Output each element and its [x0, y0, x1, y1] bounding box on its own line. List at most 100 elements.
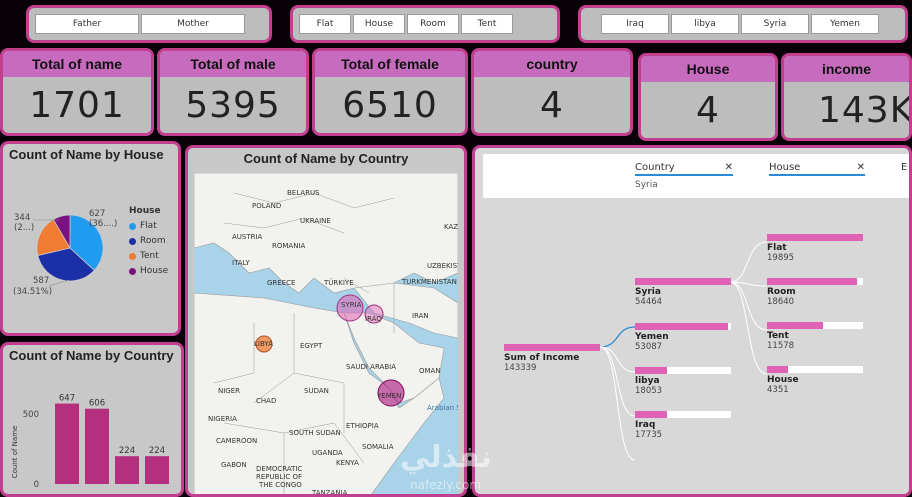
legend-dot-icon: [129, 267, 136, 275]
pie-label-room-pct: (34.51%): [13, 287, 52, 297]
slicer-iraq-button[interactable]: Iraq: [601, 14, 669, 34]
legend-item-house[interactable]: House: [129, 266, 168, 276]
slicer-flat-button[interactable]: Flat: [299, 14, 351, 34]
map-label: NIGER: [218, 387, 240, 395]
slicer-father-button[interactable]: Father: [35, 14, 139, 34]
bar-chart-panel: Count of Name by Country Count of Name 5…: [0, 342, 184, 497]
card-house: House 4: [638, 53, 778, 141]
pie-label-tent-pct: (2...): [14, 223, 34, 233]
card-total-female: Total of female 6510: [312, 48, 468, 136]
decomp-house-node[interactable]: Tent 11578: [767, 322, 863, 351]
decomp-country-node[interactable]: Iraq 17735: [635, 411, 731, 440]
map-label: EGYPT: [300, 342, 323, 350]
card-title: income: [784, 56, 909, 82]
card-value: 4: [696, 90, 720, 131]
map-label: TÜRKIYE: [323, 278, 354, 287]
slicer-syria-button[interactable]: Syria: [741, 14, 809, 34]
bar[interactable]: [85, 408, 109, 484]
map-label: SOUTH SUDAN: [289, 429, 341, 437]
pie-label-tent: 344: [14, 213, 30, 223]
map-label: UZBEKISTA: [427, 262, 458, 270]
card-total-name: Total of name 1701: [0, 48, 154, 136]
slicer-house-button[interactable]: House: [353, 14, 405, 34]
legend-item-room[interactable]: Room: [129, 236, 168, 246]
map-title: Count of Name by Country: [243, 151, 409, 166]
decomp-country-node[interactable]: libya 18053: [635, 367, 731, 396]
legend-item-tent[interactable]: Tent: [129, 251, 168, 261]
dashboard: Father Mother Flat House Room Tent Iraq …: [0, 0, 912, 497]
card-value: 1701: [29, 85, 125, 126]
map-label: UKRAINE: [300, 217, 331, 225]
legend-item-flat[interactable]: Flat: [129, 221, 168, 231]
map-label: POLAND: [252, 202, 281, 210]
card-country: country 4: [471, 48, 633, 136]
country-slicer: Iraq libya Syria Yemen: [578, 5, 908, 43]
map-label: ROMANIA: [272, 242, 306, 250]
legend-dot-icon: [129, 237, 136, 245]
slicer-room-button[interactable]: Room: [407, 14, 459, 34]
map-label: REPUBLIC OF: [256, 473, 302, 481]
map-label: DEMOCRATIC: [256, 465, 302, 473]
bar-y-axis-label: Count of Name: [11, 426, 19, 479]
decomp-country-node[interactable]: Syria 54464: [635, 278, 731, 307]
pie-legend: House Flat Room Tent House: [129, 206, 168, 281]
map-label: CHAD: [256, 397, 276, 405]
map-label: NIGERIA: [208, 415, 237, 423]
bar-chart: Count of Name 500 0 647 606 224 224: [11, 394, 169, 490]
decomp-house-node[interactable]: Flat 19895: [767, 234, 863, 263]
card-value: 6510: [342, 85, 438, 126]
map-label: Arabian S: [427, 404, 458, 412]
decomposition-tree: Country ✕ Syria House ✕ E Sum of Income …: [472, 145, 912, 497]
house-slicer: Flat House Room Tent: [290, 5, 560, 43]
bar-tick-0: 0: [34, 480, 39, 490]
map-label: IRAQ: [365, 315, 382, 323]
map-label: ETHIOPIA: [346, 422, 379, 430]
decomp-root-node[interactable]: Sum of Income 143339: [504, 344, 600, 373]
decomp-house-node[interactable]: Room 18640: [767, 278, 863, 307]
map-label: GREECE: [267, 279, 295, 287]
parent-slicer: Father Mother: [26, 5, 272, 43]
slicer-yemen-button[interactable]: Yemen: [811, 14, 879, 34]
map-label: SYRIA: [341, 301, 362, 309]
map-label: AUSTRIA: [232, 233, 263, 241]
bar[interactable]: [115, 456, 139, 484]
map-label: SAUDI ARABIA: [346, 363, 396, 371]
pie-label-flat-pct: (36....): [89, 219, 117, 229]
pie-label-room: 587: [33, 276, 49, 286]
map-label: UGANDA: [312, 449, 343, 457]
decomp-house-node[interactable]: House 4351: [767, 366, 863, 395]
card-title: House: [641, 56, 775, 82]
bar[interactable]: [145, 456, 169, 484]
card-title: Total of name: [3, 51, 151, 77]
map-label: IRAN: [412, 312, 429, 320]
card-title: country: [474, 51, 630, 77]
bar-value-label: 606: [89, 399, 105, 409]
card-total-male: Total of male 5395: [157, 48, 309, 136]
map-label: TANZANIA: [311, 489, 348, 497]
map-label: SUDAN: [304, 387, 329, 395]
card-value: 143K: [818, 90, 912, 131]
bar[interactable]: [55, 403, 79, 484]
watermark-logo: نفذلي: [400, 440, 492, 475]
map-label: CAMEROON: [216, 437, 257, 445]
card-value: 4: [540, 85, 564, 126]
map-label: KAZ: [444, 223, 458, 231]
bar-value-label: 647: [59, 394, 75, 404]
watermark-url: nafezly.com: [410, 478, 482, 492]
map-label: THE CONGO: [258, 481, 302, 489]
pie-label-flat: 627: [89, 209, 105, 219]
pie-chart-panel: Count of Name by House 627 (36....) 344 …: [0, 141, 181, 336]
map-label: ITALY: [232, 259, 251, 267]
decomp-country-node[interactable]: Yemen 53087: [635, 323, 731, 352]
map-label: LIBYA: [254, 340, 273, 348]
slicer-libya-button[interactable]: libya: [671, 14, 739, 34]
bar-chart-title: Count of Name by Country: [9, 348, 174, 363]
slicer-tent-button[interactable]: Tent: [461, 14, 513, 34]
card-title: Total of female: [315, 51, 465, 77]
bar-tick-500: 500: [23, 410, 39, 420]
slicer-mother-button[interactable]: Mother: [141, 14, 245, 34]
card-value: 5395: [185, 85, 281, 126]
map-label: KENYA: [336, 459, 359, 467]
map-label: GABON: [221, 461, 247, 469]
bar-value-label: 224: [149, 446, 165, 456]
